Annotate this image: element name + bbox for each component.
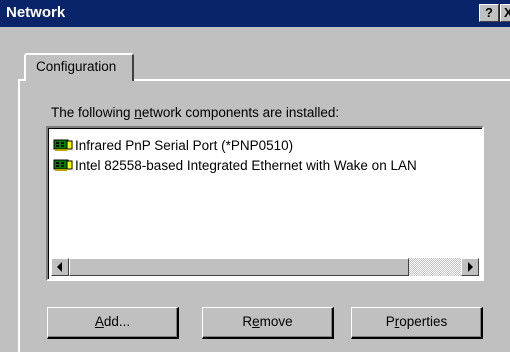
tab-configuration-label: Configuration: [36, 59, 117, 74]
help-icon: ?: [485, 5, 493, 20]
help-button[interactable]: ?: [479, 4, 499, 22]
tab-configuration[interactable]: Configuration: [24, 53, 134, 81]
window-title: Network: [6, 4, 66, 21]
network-dialog: Configuration: [0, 27, 510, 359]
close-button[interactable]: X: [500, 4, 510, 22]
tab-panel: [18, 79, 510, 359]
title-bar[interactable]: Network ? X: [0, 0, 510, 27]
close-icon: X: [504, 5, 510, 20]
